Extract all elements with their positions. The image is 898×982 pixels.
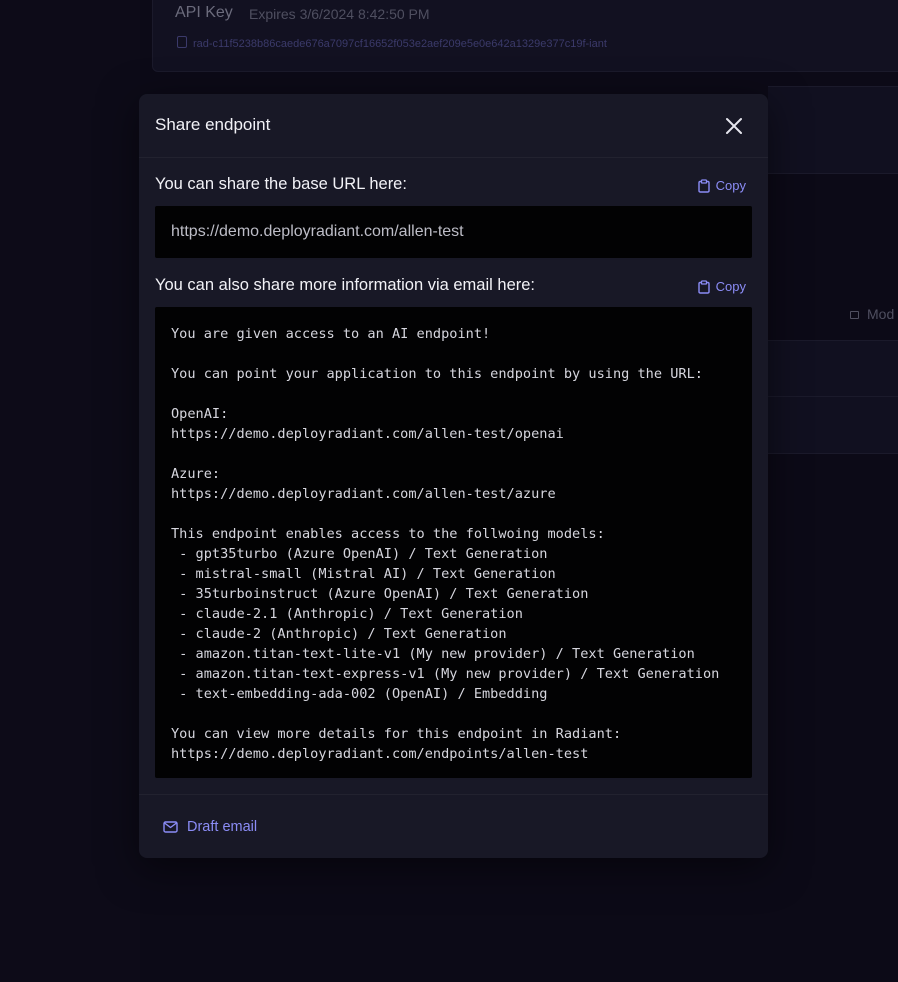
- email-body-text: You are given access to an AI endpoint! …: [171, 326, 720, 762]
- base-url-text: https://demo.deployradiant.com/allen-tes…: [171, 223, 464, 240]
- base-url-field[interactable]: https://demo.deployradiant.com/allen-tes…: [155, 206, 752, 258]
- email-body-field[interactable]: You are given access to an AI endpoint! …: [155, 307, 752, 778]
- mail-icon: [163, 821, 178, 833]
- api-key-text: rad-c11f5238b86caede676a7097cf16652f053e…: [193, 38, 607, 50]
- background-sidebar: [0, 0, 140, 982]
- api-key-expiry: Expires 3/6/2024 8:42:50 PM: [249, 6, 430, 22]
- background-panel: [768, 86, 898, 174]
- modal-header: Share endpoint: [139, 94, 768, 158]
- api-key-value: rad-c11f5238b86caede676a7097cf16652f053e…: [177, 36, 607, 50]
- copy-url-label: Copy: [715, 178, 746, 193]
- copy-email-label: Copy: [715, 279, 746, 294]
- background-table-row: [768, 340, 898, 397]
- api-key-title: API Key: [175, 4, 233, 21]
- base-url-label: You can share the base URL here:: [155, 175, 407, 193]
- draft-email-button[interactable]: Draft email: [163, 819, 257, 835]
- background-mod-label: Mod: [850, 306, 894, 322]
- email-info-label: You can also share more information via …: [155, 276, 536, 294]
- modal-title: Share endpoint: [155, 115, 271, 134]
- clipboard-icon: [697, 178, 710, 193]
- clipboard-icon: [697, 279, 710, 294]
- copy-email-button[interactable]: Copy: [697, 279, 746, 294]
- share-endpoint-modal: Share endpoint You can share the base UR…: [139, 94, 768, 858]
- copy-url-button[interactable]: Copy: [697, 178, 746, 193]
- mod-text: Mod: [867, 306, 895, 322]
- lock-icon: [850, 311, 859, 319]
- close-icon: [726, 118, 742, 134]
- clipboard-icon: [177, 36, 187, 48]
- modal-footer: Draft email: [139, 794, 768, 858]
- draft-email-label: Draft email: [187, 819, 258, 835]
- background-table-row: [768, 396, 898, 454]
- close-button[interactable]: [720, 112, 748, 140]
